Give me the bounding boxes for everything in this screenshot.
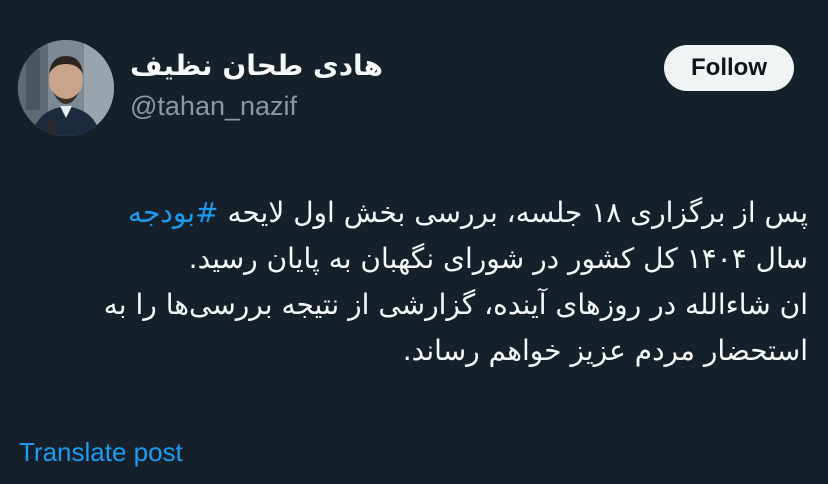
display-name[interactable]: هادی طحان نظیف [130, 48, 383, 84]
avatar[interactable] [18, 40, 114, 136]
hashtag-link[interactable]: #بودجه [128, 196, 219, 229]
follow-button[interactable]: Follow [664, 45, 794, 91]
tweet-text: پس از برگزاری ۱۸ جلسه، بررسی بخش اول لای… [8, 190, 808, 374]
tweet-line-2: سال ۱۴۰۴ کل کشور در شورای نگهبان به پایا… [188, 242, 808, 275]
avatar-photo [18, 40, 114, 136]
user-handle[interactable]: @tahan_nazif [130, 88, 297, 124]
tweet-line-4: استحضار مردم عزیز خواهم رساند. [402, 334, 808, 367]
tweet-line-3: ان شاءالله در روزهای آینده، گزارشی از نت… [103, 288, 808, 321]
tweet-line-1: پس از برگزاری ۱۸ جلسه، بررسی بخش اول لای… [8, 190, 808, 236]
tweet-line-1-text: پس از برگزاری ۱۸ جلسه، بررسی بخش اول لای… [218, 196, 808, 229]
translate-post-link[interactable]: Translate post [19, 434, 183, 470]
